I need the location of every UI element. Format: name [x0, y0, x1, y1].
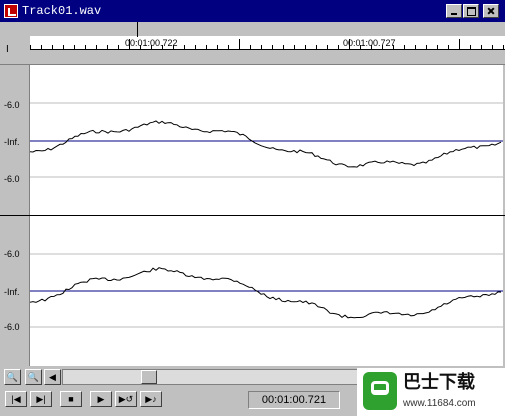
level-label: -6.0 [4, 100, 20, 110]
go-end-icon[interactable]: ▶| [30, 391, 52, 407]
ruler-tick [107, 45, 108, 49]
go-start-icon[interactable]: |◀ [5, 391, 27, 407]
ruler-tick [338, 45, 339, 49]
close-button[interactable] [483, 4, 499, 18]
level-label: -Inf. [4, 137, 20, 147]
ruler-tick [63, 45, 64, 49]
ruler-tick [316, 45, 317, 49]
ruler-tick [481, 45, 482, 49]
maximize-button[interactable] [463, 4, 479, 18]
level-axis: -6.0 -Inf. -6.0 [0, 65, 30, 215]
scrollbar-thumb[interactable] [141, 370, 157, 384]
play-to-end-icon[interactable]: ▶♪ [140, 391, 162, 407]
waveform-svg [30, 102, 503, 178]
ruler-tick [294, 45, 295, 49]
ruler-tick [118, 45, 119, 49]
ruler-tick [404, 45, 405, 49]
ruler-tick [217, 45, 218, 49]
ruler-tick [437, 45, 438, 49]
ruler-tick [239, 39, 240, 49]
ruler-tick [74, 45, 75, 49]
watermark: 巴士下载 www.11684.com [357, 368, 505, 416]
watermark-title: 巴士下载 [403, 372, 475, 392]
cursor-marker[interactable] [137, 22, 138, 37]
watermark-url: www.11684.com [403, 398, 476, 409]
ruler-tick [206, 45, 207, 49]
scroll-left-icon[interactable]: ◀ [44, 369, 61, 385]
ruler-tick [503, 45, 504, 49]
ruler-tick [250, 45, 251, 49]
waveform-area[interactable] [30, 216, 503, 366]
zoom-out-icon[interactable]: 🔍 [25, 369, 42, 385]
waveform-line [30, 120, 502, 168]
ruler-time-label: 00:01:00.727 [343, 38, 396, 48]
track-channel-right[interactable]: -6.0 -Inf. -6.0 [0, 216, 505, 366]
level-label: -6.0 [4, 174, 20, 184]
stop-icon[interactable]: ■ [60, 391, 82, 407]
title-bar: Track01.wav [0, 0, 505, 22]
ruler-tick [41, 45, 42, 49]
time-display: 00:01:00.721 [248, 391, 340, 409]
ruler-tick [195, 45, 196, 49]
ruler-tick [85, 45, 86, 49]
window-title: Track01.wav [22, 4, 102, 18]
ruler-tick [426, 45, 427, 49]
ruler-tick [30, 45, 31, 49]
ruler-tick [492, 45, 493, 49]
ruler-tick [96, 45, 97, 49]
play-icon[interactable]: ▶ [90, 391, 112, 407]
ruler-tick [448, 45, 449, 49]
ruler-tick [52, 45, 53, 49]
ruler-time-label: 00:01:00.722 [125, 38, 178, 48]
level-label: -Inf. [4, 287, 20, 297]
ruler-tick [272, 45, 273, 49]
ruler-tick [470, 45, 471, 49]
ruler-baseline [30, 49, 505, 50]
level-label: -6.0 [4, 249, 20, 259]
ruler-tick [459, 39, 460, 49]
ruler-tick [283, 45, 284, 49]
play-loop-icon[interactable]: ▶↺ [115, 391, 137, 407]
ruler-tick [305, 45, 306, 49]
level-axis: -6.0 -Inf. -6.0 [0, 216, 30, 366]
watermark-logo-icon [363, 372, 397, 410]
app-icon [4, 4, 18, 18]
level-label: -6.0 [4, 322, 20, 332]
waveform-area[interactable] [30, 65, 503, 215]
ruler-tick [261, 45, 262, 49]
zoom-in-icon[interactable]: 🔍 [4, 369, 21, 385]
ruler-tick [184, 45, 185, 49]
ruler-tick [327, 45, 328, 49]
time-ruler[interactable]: I 00:01:00.722 00:01:00.727 [0, 22, 505, 65]
ruler-tick [228, 45, 229, 49]
minimize-button[interactable] [446, 4, 462, 18]
ruler-tick [415, 45, 416, 49]
track-channel-left[interactable]: -6.0 -Inf. -6.0 [0, 65, 505, 215]
ruler-track [30, 36, 505, 50]
cursor-mode-icon[interactable]: I [6, 44, 9, 56]
waveform-svg [30, 253, 503, 328]
waveform-line [30, 267, 502, 319]
